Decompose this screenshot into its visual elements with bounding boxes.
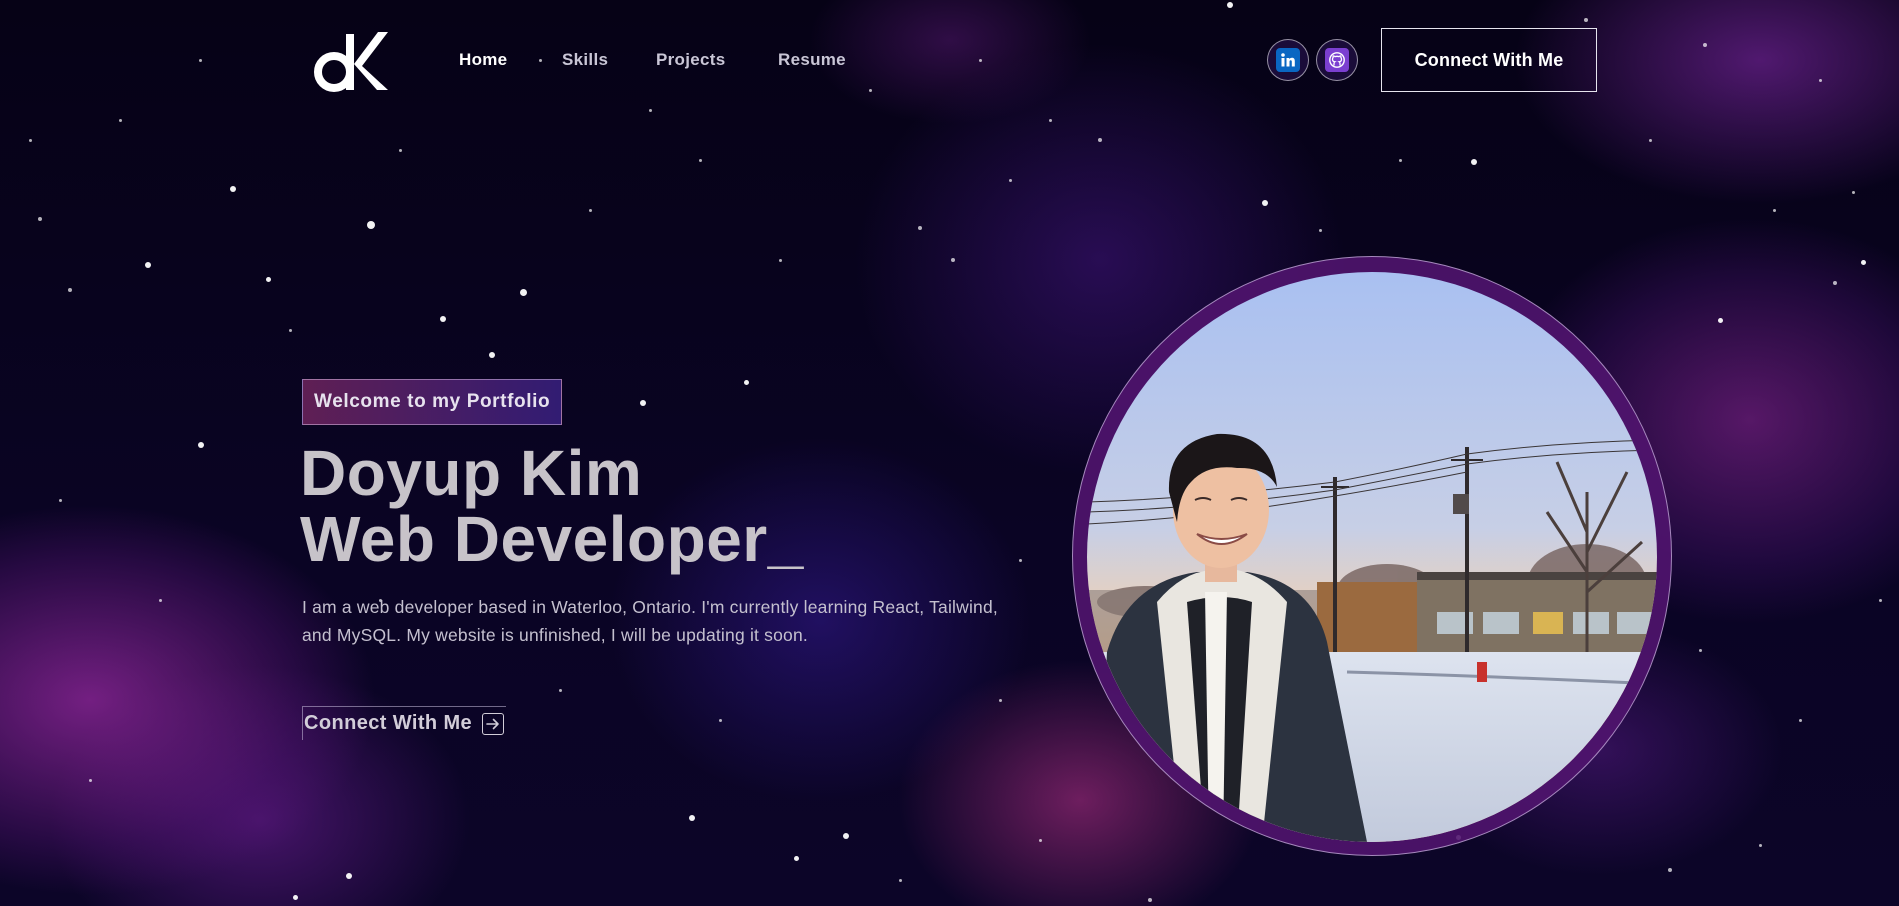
star bbox=[440, 316, 446, 322]
star bbox=[1703, 43, 1707, 47]
star bbox=[198, 442, 204, 448]
nav-link-home[interactable]: Home bbox=[459, 50, 507, 70]
star bbox=[1878, 598, 1882, 602]
star bbox=[68, 288, 72, 292]
star bbox=[1227, 2, 1233, 8]
star bbox=[367, 221, 375, 229]
welcome-tagline: Welcome to my Portfolio bbox=[302, 379, 563, 425]
linkedin-icon bbox=[1276, 48, 1300, 72]
star bbox=[198, 58, 202, 62]
linkedin-button[interactable] bbox=[1267, 39, 1309, 81]
star bbox=[118, 118, 122, 122]
star bbox=[778, 258, 782, 262]
logo[interactable] bbox=[314, 26, 388, 94]
star bbox=[292, 894, 298, 900]
star bbox=[158, 598, 162, 602]
star bbox=[1398, 158, 1402, 162]
star bbox=[288, 328, 292, 332]
star bbox=[918, 226, 922, 230]
star bbox=[718, 718, 722, 722]
hero-role: Web Developer_ bbox=[300, 503, 804, 575]
portfolio-page: Home Skills Projects Resume Connect With… bbox=[0, 0, 1899, 906]
star bbox=[793, 855, 799, 861]
star bbox=[1098, 138, 1102, 142]
nav-link-projects[interactable]: Projects bbox=[656, 50, 726, 70]
connect-button-nav[interactable]: Connect With Me bbox=[1381, 28, 1597, 92]
arrow-right-icon bbox=[482, 712, 505, 735]
cta-label: Connect With Me bbox=[304, 712, 473, 734]
star bbox=[951, 258, 955, 262]
star bbox=[230, 186, 236, 192]
github-icon bbox=[1325, 48, 1349, 72]
star bbox=[898, 878, 902, 882]
star bbox=[1148, 898, 1152, 902]
star bbox=[998, 698, 1002, 702]
hero-name: Doyup Kim bbox=[300, 437, 643, 509]
star bbox=[519, 288, 527, 296]
star bbox=[1668, 868, 1672, 872]
connect-button-hero[interactable]: Connect With Me bbox=[302, 706, 507, 740]
star bbox=[689, 815, 695, 821]
star bbox=[1818, 78, 1822, 82]
star bbox=[1008, 178, 1012, 182]
star bbox=[1584, 18, 1588, 22]
star bbox=[398, 148, 402, 152]
star bbox=[1833, 281, 1837, 285]
star bbox=[28, 138, 32, 142]
star bbox=[558, 688, 562, 692]
star bbox=[1471, 159, 1477, 165]
nav-link-skills[interactable]: Skills bbox=[562, 50, 608, 70]
star bbox=[1262, 200, 1268, 206]
star bbox=[843, 833, 849, 839]
star bbox=[698, 158, 702, 162]
star bbox=[1860, 259, 1866, 265]
star bbox=[640, 400, 646, 406]
star bbox=[145, 262, 151, 268]
star bbox=[538, 58, 542, 62]
hero-bio: I am a web developer based in Waterloo, … bbox=[302, 597, 998, 645]
star bbox=[346, 873, 352, 879]
star bbox=[1648, 138, 1652, 142]
star bbox=[1798, 718, 1802, 722]
star bbox=[648, 108, 652, 112]
star bbox=[489, 352, 495, 358]
nav-link-resume[interactable]: Resume bbox=[778, 50, 846, 70]
github-button[interactable] bbox=[1316, 39, 1358, 81]
star bbox=[1038, 838, 1042, 842]
star bbox=[1851, 190, 1855, 194]
star bbox=[38, 217, 42, 221]
star bbox=[1758, 843, 1762, 847]
star bbox=[1698, 648, 1702, 652]
star bbox=[1772, 208, 1776, 212]
star bbox=[265, 276, 271, 282]
star bbox=[868, 88, 872, 92]
star bbox=[978, 58, 982, 62]
profile-photo-illustration bbox=[1087, 272, 1657, 842]
star bbox=[1018, 558, 1022, 562]
star bbox=[1048, 118, 1052, 122]
star bbox=[58, 498, 62, 502]
star bbox=[1717, 317, 1723, 323]
star bbox=[743, 379, 749, 385]
star bbox=[1318, 228, 1322, 232]
star bbox=[88, 778, 92, 782]
profile-photo bbox=[1087, 272, 1657, 842]
hero-headline: Doyup Kim Web Developer_ bbox=[300, 440, 804, 572]
star bbox=[588, 208, 592, 212]
